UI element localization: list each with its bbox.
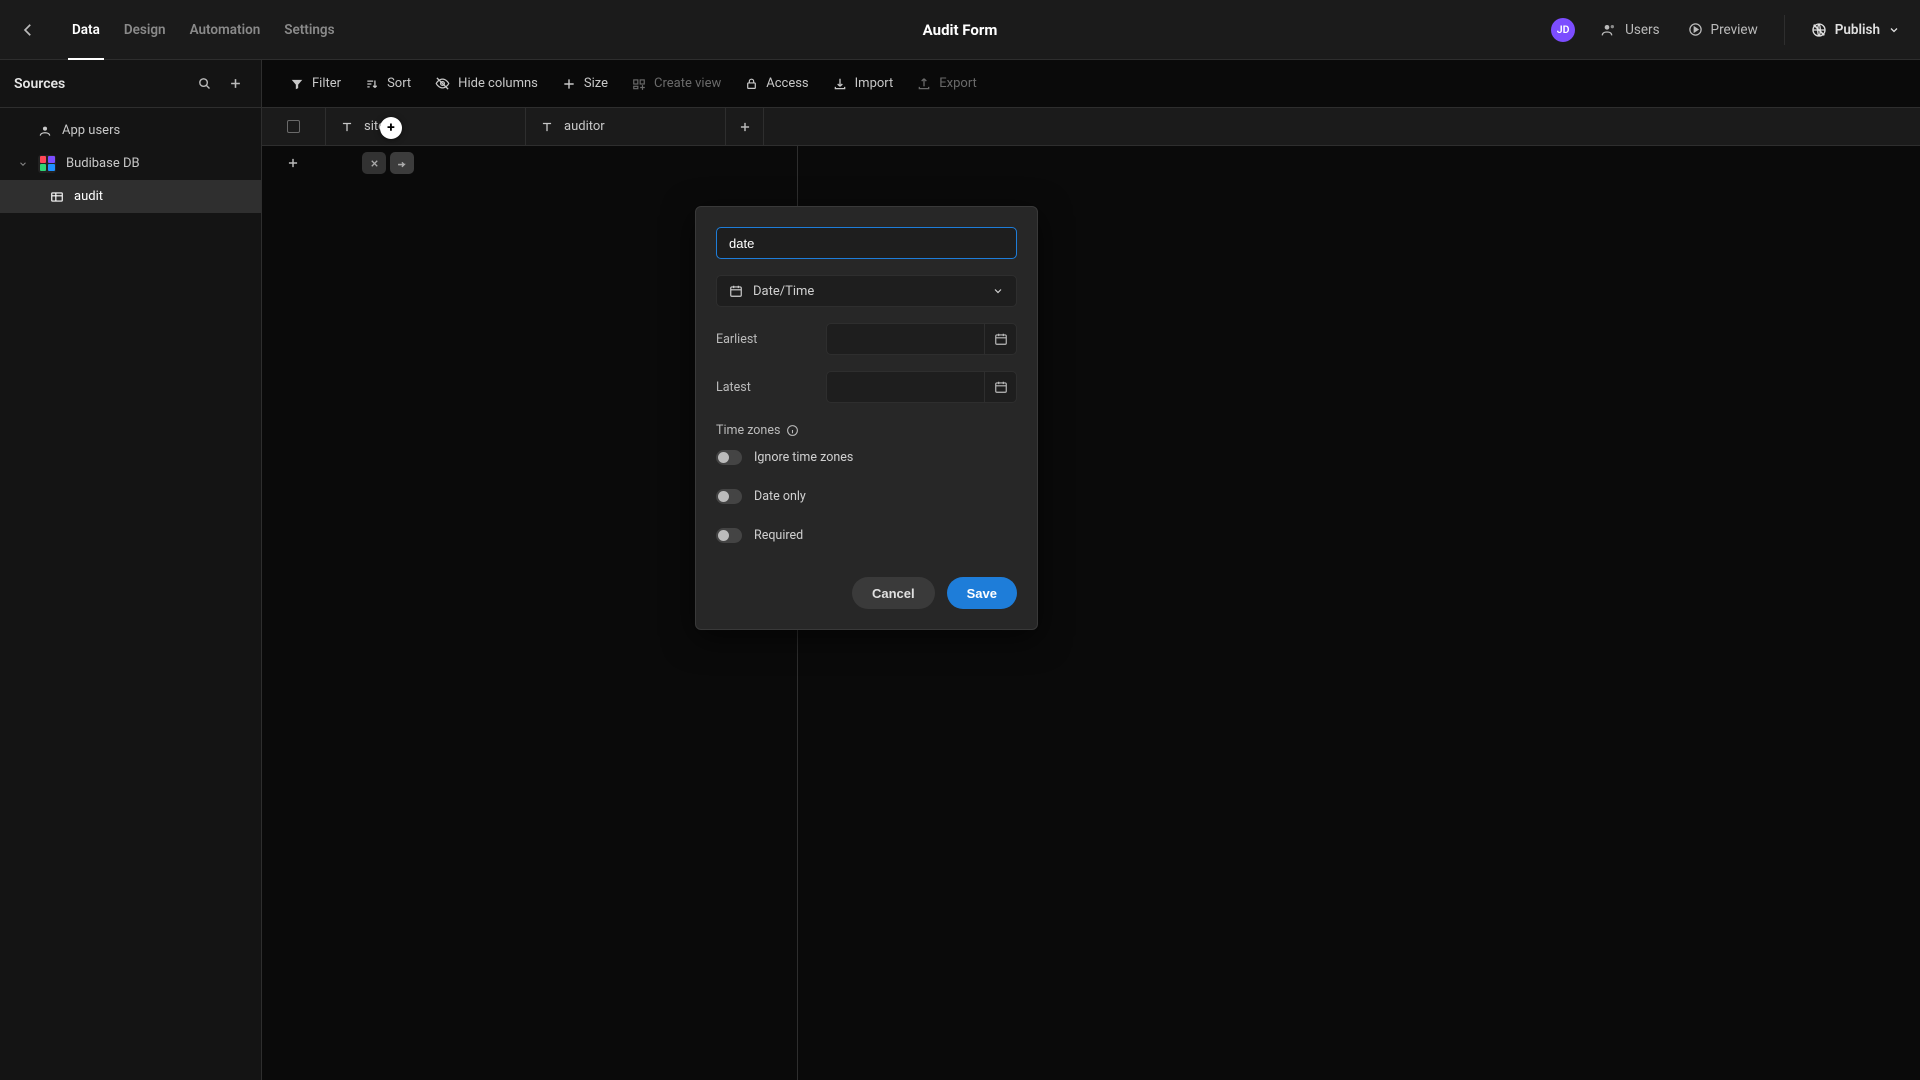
preview-label: Preview [1711,22,1758,38]
date-only-toggle[interactable] [716,489,742,504]
add-row-button[interactable] [286,156,302,170]
sidebar-item-label: App users [62,123,120,138]
filter-button[interactable]: Filter [280,70,351,97]
budibase-logo-icon [38,155,56,173]
users-label: Users [1625,22,1659,38]
nav-tab-design[interactable]: Design [112,0,178,60]
save-button[interactable]: Save [947,577,1017,609]
page-title: Audit Form [923,21,998,39]
access-button[interactable]: Access [735,70,818,97]
hide-columns-button[interactable]: Hide columns [425,70,548,97]
export-button[interactable]: Export [907,70,987,97]
nav-tab-automation[interactable]: Automation [178,0,273,60]
earliest-label: Earliest [716,332,814,347]
access-label: Access [766,76,808,91]
column-label: auditor [564,119,605,134]
size-button[interactable]: Size [552,70,618,97]
column-type-label: Date/Time [753,284,814,299]
view-icon [632,77,646,91]
sort-label: Sort [387,76,411,91]
column-header-site[interactable]: site [326,108,526,145]
info-icon[interactable] [786,424,799,437]
floating-add-button[interactable]: + [380,117,402,139]
size-icon [562,77,576,91]
preview-button[interactable]: Preview [1686,16,1760,44]
export-icon [917,77,931,91]
nav-tab-settings[interactable]: Settings [272,0,346,60]
column-name-input[interactable] [716,227,1017,259]
column-header-auditor[interactable]: auditor [526,108,726,145]
sort-icon [365,77,379,91]
sidebar-item-label: Budibase DB [66,156,140,171]
users-icon [1601,22,1617,38]
confirm-row-button[interactable] [390,152,414,174]
divider [1784,15,1785,45]
text-icon [540,120,554,134]
chevron-down-icon [18,159,28,169]
filter-icon [290,77,304,91]
globe-off-icon [1811,22,1827,38]
size-label: Size [584,76,608,91]
ignore-timezones-toggle[interactable] [716,450,742,465]
hide-columns-label: Hide columns [458,76,538,91]
date-only-label: Date only [754,489,806,504]
add-source-button[interactable] [224,72,247,95]
calendar-picker-button[interactable] [984,372,1016,402]
filter-label: Filter [312,76,341,91]
sort-button[interactable]: Sort [355,70,421,97]
import-icon [833,77,847,91]
cancel-button[interactable]: Cancel [852,577,935,609]
users-button[interactable]: Users [1599,16,1661,44]
column-type-select[interactable]: Date/Time [716,275,1017,307]
chevron-down-icon [1888,24,1900,36]
play-icon [1688,22,1703,37]
create-view-label: Create view [654,76,721,91]
select-all-checkbox[interactable] [262,108,326,145]
cancel-row-button[interactable] [362,152,386,174]
lock-icon [745,77,758,90]
required-toggle[interactable] [716,528,742,543]
search-button[interactable] [193,72,216,95]
earliest-input[interactable] [826,323,1017,355]
sidebar-item-audit[interactable]: audit [0,180,261,213]
sidebar-item-app-users[interactable]: App users [0,114,261,147]
sidebar-item-budibase-db[interactable]: Budibase DB [0,147,261,180]
calendar-picker-button[interactable] [984,324,1016,354]
required-label: Required [754,528,803,543]
add-column-button[interactable] [726,108,764,145]
latest-input[interactable] [826,371,1017,403]
sidebar-title: Sources [14,76,185,92]
nav-tab-data[interactable]: Data [60,0,112,60]
publish-button[interactable]: Publish [1809,16,1902,44]
publish-label: Publish [1835,22,1880,38]
ignore-timezones-label: Ignore time zones [754,450,853,465]
export-label: Export [939,76,977,91]
create-view-button[interactable]: Create view [622,70,731,97]
avatar[interactable]: JD [1551,18,1575,42]
user-icon [38,124,52,138]
latest-label: Latest [716,380,814,395]
add-column-popover: Date/Time Earliest Latest [695,206,1038,630]
text-icon [340,120,354,134]
import-label: Import [855,76,894,91]
eye-off-icon [435,76,450,91]
calendar-icon [729,284,743,298]
chevron-down-icon [992,285,1004,297]
import-button[interactable]: Import [823,70,904,97]
table-icon [50,190,64,204]
sidebar-item-label: audit [74,189,103,204]
back-button[interactable] [18,20,38,40]
timezones-section-label: Time zones [716,423,780,438]
